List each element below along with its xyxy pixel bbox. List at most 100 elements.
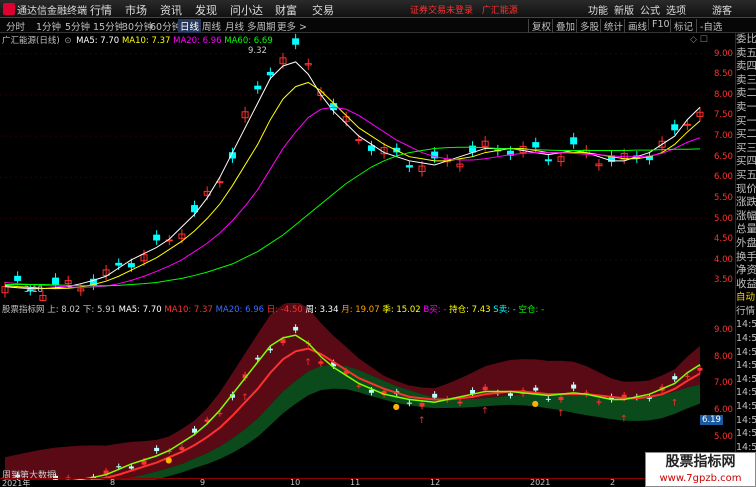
tab-30min[interactable]: 30分钟 [122, 19, 153, 33]
buy-arrow-icon: ↑ [418, 416, 426, 426]
tab-60min[interactable]: 60分钟 [150, 19, 181, 33]
ind-legend-empty: 空仓: - [518, 305, 545, 315]
chart-controls-icon[interactable]: ◇ ☐ [690, 35, 708, 45]
candle-body [570, 137, 578, 145]
tab-timeshare[interactable]: 分时 [6, 19, 25, 33]
menu-function[interactable]: 功能 [588, 2, 608, 17]
candle-body [683, 123, 691, 126]
buy-arrow-icon: ↑ [481, 407, 489, 417]
side-panel-item: 总量 [736, 223, 756, 236]
price-tick-label: 5.00 [714, 213, 733, 224]
ind-candle-body [419, 402, 425, 407]
tool-multi-stock[interactable]: 多股 [576, 19, 599, 33]
money-bag-icon: ● [532, 399, 539, 408]
tool-watchlist[interactable]: -自选 [696, 19, 722, 33]
menu-guest[interactable]: 游客 [712, 2, 732, 17]
menu-item-trade[interactable]: 交易 [312, 2, 334, 18]
menu-item-discover[interactable]: 发现 [195, 2, 217, 18]
price-tick-label: 6.00 [714, 172, 733, 183]
menu-item-market[interactable]: 市场 [125, 2, 147, 18]
date-label: 11 [350, 478, 361, 487]
side-panel-item: 14:56 [736, 414, 756, 426]
ind-legend-down: 下: 5.91 [82, 305, 116, 315]
tab-1min[interactable]: 1分钟 [36, 19, 61, 33]
side-panel-item: 14:56 [736, 319, 756, 331]
side-panel-item: 买五 [736, 168, 756, 181]
candle-body [532, 142, 540, 148]
ind-candle-body [154, 447, 160, 452]
tab-weekly[interactable]: 周线 [202, 19, 221, 33]
ind-candle-body [533, 387, 539, 391]
date-label: 2021 [530, 478, 551, 487]
main-kline-chart[interactable]: 广汇能源(日线) ⊙ MA5: 7.70 MA10: 7.37 MA20: 6.… [0, 33, 735, 306]
ind-legend-day: 日: -4.50 [266, 305, 303, 315]
menu-item-wealth[interactable]: 财富 [275, 2, 297, 18]
ind-candle-body [545, 398, 551, 400]
tab-15min[interactable]: 15分钟 [93, 19, 124, 33]
tool-mark[interactable]: 标记 [670, 19, 693, 33]
price-tick-label: 7.00 [714, 378, 733, 389]
indicator-chart[interactable]: 股票指标网 上: 8.02 下: 5.91 MA5: 7.70 MA10: 7.… [0, 300, 735, 487]
tab-multi-period[interactable]: 多周期 [247, 19, 276, 33]
ind-legend-season: 季: 15.02 [382, 305, 421, 315]
price-tick-label: 3.50 [714, 275, 733, 286]
side-panel-item: 收益 [736, 277, 756, 290]
side-panel-item: 卖四 [736, 60, 756, 73]
menu-item-wenxiaoda[interactable]: 问小达 [230, 2, 263, 18]
tool-adjust[interactable]: 复权 [528, 19, 551, 33]
watermark-logo: 股票指标网 www.7gpzb.com [645, 452, 756, 487]
ind-candle-body [116, 466, 122, 468]
side-panel-item: 14:56 [736, 360, 756, 372]
price-tick-label: 7.50 [714, 110, 733, 121]
tool-f10[interactable]: F10 [648, 19, 670, 30]
login-notice[interactable]: 证券交易未登录 广汇能源 [410, 3, 518, 16]
money-bag-icon: ● [165, 456, 172, 465]
ind-candle-body [293, 326, 299, 331]
ind-candle-body [179, 447, 185, 450]
side-panel-item: 涨幅 [736, 209, 756, 222]
side-panel-item: 卖一 [736, 100, 756, 113]
tool-stats[interactable]: 统计 [600, 19, 623, 33]
side-panel-item: 14:56 [736, 333, 756, 345]
side-panel-item: 14:56 [736, 401, 756, 413]
legend-ma5: MA5: 7.70 [76, 36, 120, 46]
ma-line-ma20 [4, 106, 701, 288]
menu-options[interactable]: 选项 [666, 2, 686, 17]
menu-item-info[interactable]: 资讯 [160, 2, 182, 18]
ind-candle-body [684, 375, 690, 377]
tool-draw[interactable]: 画线 [624, 19, 647, 33]
side-panel-item: 净资 [736, 264, 756, 277]
side-panel-item: 买一 [736, 114, 756, 127]
buy-arrow-icon: ↑ [557, 409, 565, 419]
ind-legend-week: 周: 3.34 [305, 305, 339, 315]
tab-monthly[interactable]: 月线 [225, 19, 244, 33]
date-label: 12 [430, 478, 441, 487]
candle-body [52, 277, 60, 285]
candle-body [254, 85, 262, 90]
price-tick-label: 8.50 [714, 69, 733, 80]
app-logo-icon [3, 3, 15, 15]
menu-item-quotes[interactable]: 行情 [90, 2, 112, 18]
candle-body [14, 275, 22, 281]
ind-candle-body [596, 401, 602, 403]
tab-more[interactable]: 更多 > [277, 19, 307, 33]
tab-daily[interactable]: 日线 [178, 19, 202, 33]
main-legend: 广汇能源(日线) ⊙ MA5: 7.70 MA10: 7.37 MA20: 6.… [2, 34, 273, 46]
ind-candle-body [482, 386, 488, 391]
price-tick-label: 8.00 [714, 351, 733, 362]
menu-new-version[interactable]: 新版 [614, 2, 634, 17]
menu-formula[interactable]: 公式 [640, 2, 660, 17]
indicator-chart-svg: ↑ ↑ ↑ ↑ ↑ ↑ ↑ ● ● ● [2, 300, 703, 487]
tab-5min[interactable]: 5分钟 [65, 19, 90, 33]
period-toolbar: 分时 1分钟 5分钟 15分钟 30分钟 60分钟 日线 周线 月线 多周期 更… [0, 18, 756, 33]
side-panel-item: 14:56 [736, 428, 756, 440]
side-panel-item: 行情 [736, 305, 756, 317]
ind-legend-up: 上: 8.02 [47, 305, 81, 315]
indicator-legend: 股票指标网 上: 8.02 下: 5.91 MA5: 7.70 MA10: 7.… [2, 303, 544, 315]
side-panel-item: 卖二 [736, 87, 756, 100]
price-tick-label: 9.00 [714, 324, 733, 335]
settings-icon: ⊙ [64, 36, 72, 46]
legend-stock-name: 广汇能源(日线) [2, 36, 60, 46]
ind-candle-body [672, 376, 678, 380]
tool-overlay[interactable]: 叠加 [552, 19, 575, 33]
